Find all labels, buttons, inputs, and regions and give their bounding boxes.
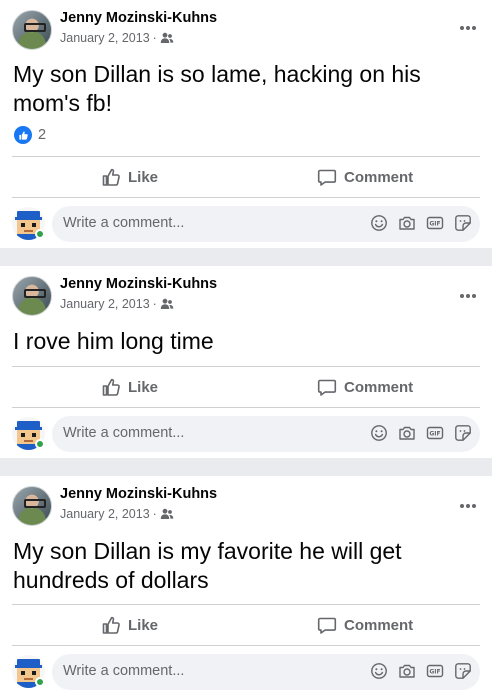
comment-tools: GIF <box>370 214 472 232</box>
like-label: Like <box>128 616 159 634</box>
comment-label: Comment <box>344 616 414 634</box>
sticker-icon[interactable] <box>454 662 472 680</box>
post-header: Jenny Mozinski-Kuhns January 2, 2013 · <box>12 276 480 316</box>
author-avatar[interactable] <box>12 486 52 526</box>
comment-label: Comment <box>344 378 414 396</box>
comment-bubble-icon <box>317 617 337 634</box>
svg-text:GIF: GIF <box>429 431 440 438</box>
friends-icon[interactable] <box>160 298 174 310</box>
comment-tools: GIF <box>370 424 472 442</box>
divider <box>12 197 480 198</box>
author-name[interactable]: Jenny Mozinski-Kuhns <box>60 10 217 26</box>
author-avatar[interactable] <box>12 10 52 50</box>
friends-icon[interactable] <box>160 508 174 520</box>
post-header: Jenny Mozinski-Kuhns January 2, 2013 · <box>12 10 480 50</box>
emoji-icon[interactable] <box>370 214 388 232</box>
divider <box>12 645 480 646</box>
comment-button[interactable]: Comment <box>317 372 413 402</box>
post-text: My son Dillan is my favorite he will get… <box>13 538 402 593</box>
comment-composer: Write a comment... GIF <box>12 416 480 452</box>
comment-tools: GIF <box>370 662 472 680</box>
author-name[interactable]: Jenny Mozinski-Kuhns <box>60 276 217 292</box>
news-feed: Jenny Mozinski-Kuhns January 2, 2013 · M… <box>0 0 492 695</box>
meta-separator: · <box>152 507 157 521</box>
comment-button[interactable]: Comment <box>317 610 413 640</box>
gif-icon[interactable]: GIF <box>426 424 444 442</box>
post-text: I rove him long time <box>13 328 214 354</box>
svg-text:GIF: GIF <box>429 669 440 676</box>
comment-placeholder: Write a comment... <box>63 663 185 679</box>
online-status-dot <box>35 677 45 687</box>
comment-input[interactable]: Write a comment... GIF <box>52 416 480 452</box>
svg-text:GIF: GIF <box>429 221 440 228</box>
comment-label: Comment <box>344 168 414 186</box>
comment-bubble-icon <box>317 379 337 396</box>
thumbs-up-icon <box>102 378 120 396</box>
camera-icon[interactable] <box>398 662 416 680</box>
divider <box>12 156 480 157</box>
author-name[interactable]: Jenny Mozinski-Kuhns <box>60 486 217 502</box>
post-card: Jenny Mozinski-Kuhns January 2, 2013 · M… <box>0 476 492 695</box>
comment-placeholder: Write a comment... <box>63 425 185 441</box>
like-button[interactable]: Like <box>101 372 158 402</box>
thumbs-up-icon <box>102 168 120 186</box>
gif-icon[interactable]: GIF <box>426 214 444 232</box>
post-date[interactable]: January 2, 2013 <box>60 507 150 521</box>
like-label: Like <box>128 168 159 186</box>
like-label: Like <box>128 378 159 396</box>
more-options-icon[interactable] <box>456 284 480 308</box>
gif-icon[interactable]: GIF <box>426 662 444 680</box>
post-text: My son Dillan is so lame, hacking on his… <box>13 61 421 116</box>
comment-placeholder: Write a comment... <box>63 215 185 231</box>
post-card: Jenny Mozinski-Kuhns January 2, 2013 · M… <box>0 0 492 248</box>
sticker-icon[interactable] <box>454 214 472 232</box>
post-meta: January 2, 2013 · <box>60 507 174 521</box>
comment-composer: Write a comment... GIF <box>12 206 480 242</box>
post-date[interactable]: January 2, 2013 <box>60 297 150 311</box>
camera-icon[interactable] <box>398 214 416 232</box>
post-card: Jenny Mozinski-Kuhns January 2, 2013 · I… <box>0 266 492 458</box>
comment-bubble-icon <box>317 169 337 186</box>
reactions-summary[interactable]: 2 <box>14 126 46 144</box>
meta-separator: · <box>152 31 157 45</box>
divider <box>12 366 480 367</box>
like-reaction-icon <box>14 126 32 144</box>
meta-separator: · <box>152 297 157 311</box>
divider <box>12 604 480 605</box>
friends-icon[interactable] <box>160 32 174 44</box>
post-header: Jenny Mozinski-Kuhns January 2, 2013 · <box>12 486 480 526</box>
more-options-icon[interactable] <box>456 494 480 518</box>
post-meta: January 2, 2013 · <box>60 297 174 311</box>
reaction-count: 2 <box>38 127 47 143</box>
online-status-dot <box>35 229 45 239</box>
emoji-icon[interactable] <box>370 424 388 442</box>
divider <box>12 407 480 408</box>
sticker-icon[interactable] <box>454 424 472 442</box>
comment-button[interactable]: Comment <box>317 162 413 192</box>
like-button[interactable]: Like <box>101 610 158 640</box>
comment-input[interactable]: Write a comment... GIF <box>52 206 480 242</box>
camera-icon[interactable] <box>398 424 416 442</box>
post-date[interactable]: January 2, 2013 <box>60 31 150 45</box>
emoji-icon[interactable] <box>370 662 388 680</box>
like-button[interactable]: Like <box>101 162 158 192</box>
more-options-icon[interactable] <box>456 16 480 40</box>
post-meta: January 2, 2013 · <box>60 31 174 45</box>
comment-composer: Write a comment... GIF <box>12 654 480 690</box>
online-status-dot <box>35 439 45 449</box>
thumbs-up-icon <box>102 616 120 634</box>
author-avatar[interactable] <box>12 276 52 316</box>
comment-input[interactable]: Write a comment... GIF <box>52 654 480 690</box>
